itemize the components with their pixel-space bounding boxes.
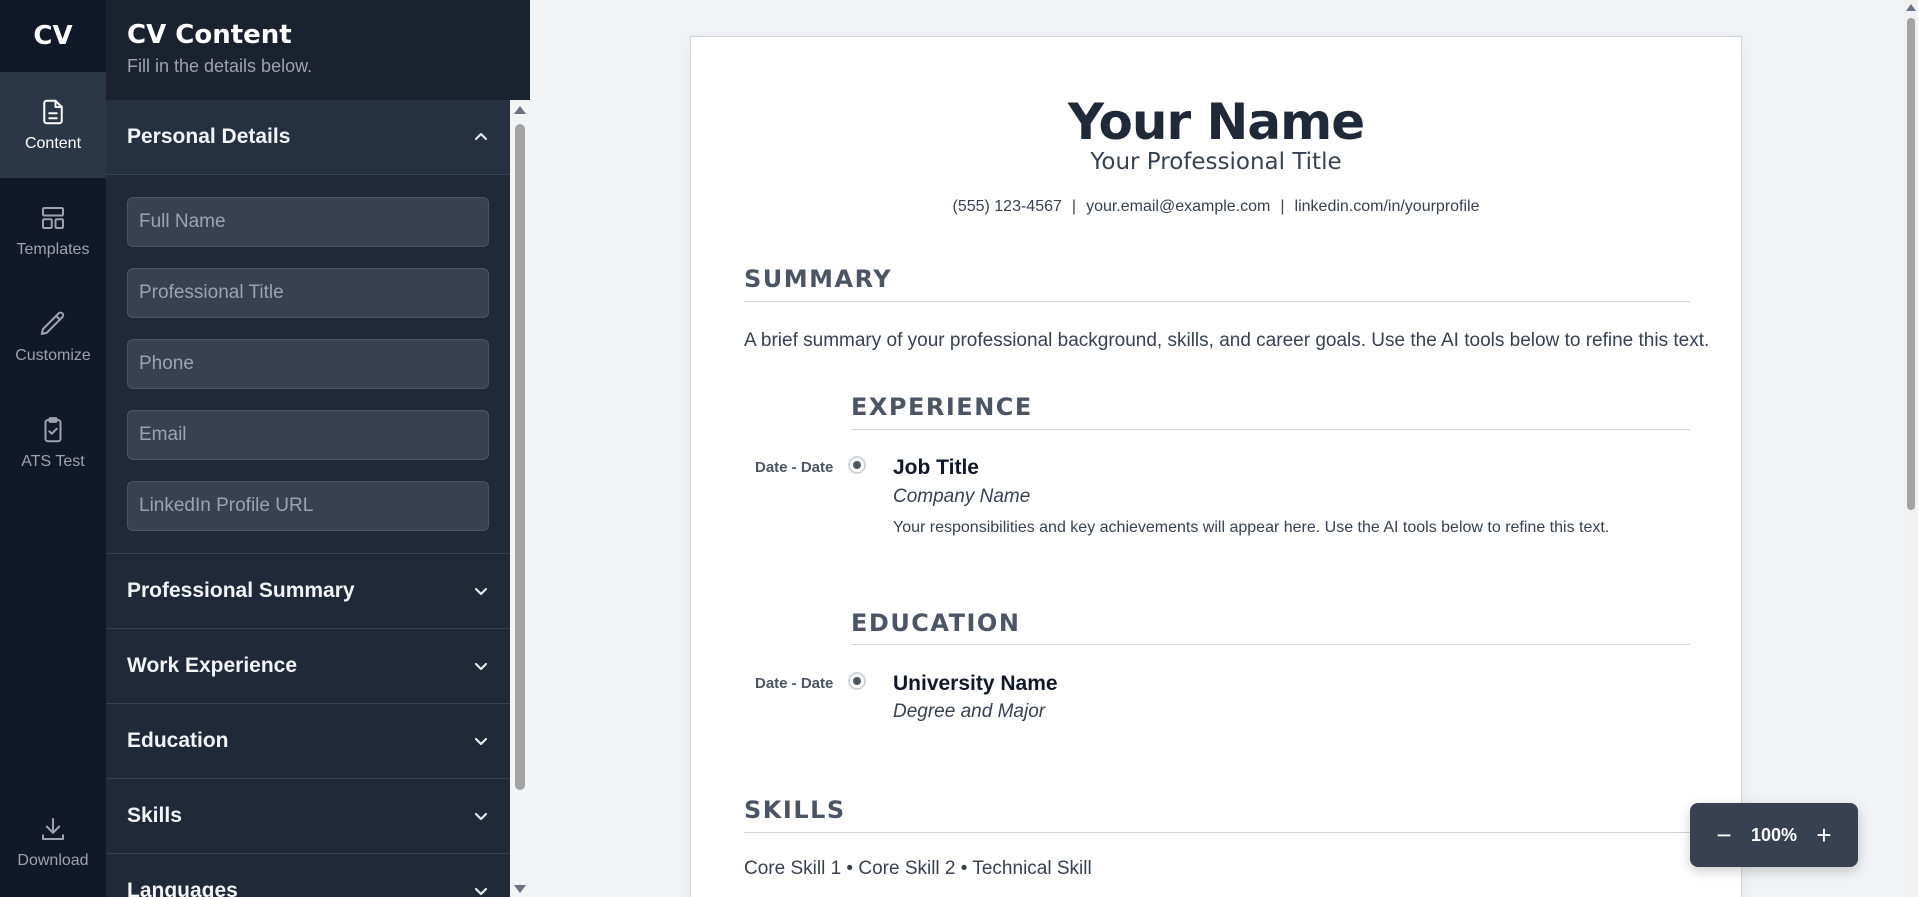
- zoom-level: 100%: [1750, 824, 1798, 845]
- skills-heading: SKILLS: [744, 796, 846, 824]
- experience-date: Date - Date: [755, 459, 834, 476]
- chevron-down-icon: [474, 662, 488, 671]
- section-languages[interactable]: Languages: [106, 854, 510, 897]
- content-panel: CV Content Fill in the details below. Pe…: [106, 0, 530, 897]
- download-icon: [42, 818, 64, 840]
- nav-content-label: Content: [24, 135, 82, 152]
- document-icon: [43, 99, 63, 125]
- section-label: Personal Details: [127, 125, 291, 148]
- nav-templates-label: Templates: [16, 241, 90, 258]
- professional-title-input[interactable]: [139, 282, 477, 304]
- clipboard-check-icon: [44, 417, 62, 443]
- full-name-field[interactable]: [127, 197, 489, 247]
- job-description: Your responsibilities and key achievemen…: [893, 519, 1610, 536]
- education-divider: [851, 644, 1690, 645]
- panel-header: CV Content Fill in the details below.: [106, 0, 530, 100]
- phone-field[interactable]: [127, 339, 489, 389]
- summary-divider: [744, 301, 1690, 302]
- download-label: Download: [17, 852, 89, 869]
- email-input[interactable]: [139, 424, 477, 446]
- experience-heading: EXPERIENCE: [851, 393, 1033, 421]
- skills-text: Core Skill 1 • Core Skill 2 • Technical …: [744, 858, 1092, 879]
- nav-customize-label: Customize: [15, 347, 91, 364]
- skills-divider: [744, 832, 1690, 833]
- personal-details-fields: [106, 175, 510, 554]
- cv-linkedin: linkedin.com/in/yourprofile: [1294, 198, 1480, 215]
- nav-templates[interactable]: Templates: [0, 178, 106, 284]
- linkedin-input[interactable]: [139, 495, 477, 517]
- section-personal-details[interactable]: Personal Details: [106, 100, 510, 175]
- app-logo: CV: [33, 21, 73, 51]
- chevron-up-icon: [474, 132, 488, 141]
- contact-separator: |: [1280, 198, 1285, 215]
- experience-divider: [851, 429, 1690, 430]
- panel-title: CV Content: [127, 20, 292, 50]
- download-button[interactable]: Download: [0, 787, 106, 897]
- section-label: Work Experience: [127, 654, 298, 677]
- cv-email: your.email@example.com: [1086, 198, 1271, 215]
- cv-page: Your Name Your Professional Title (555) …: [690, 36, 1742, 897]
- chevron-down-icon: [474, 737, 488, 746]
- section-work-experience[interactable]: Work Experience: [106, 629, 510, 704]
- cv-contact-line: (555) 123-4567 | your.email@example.com | li…: [691, 198, 1741, 216]
- zoom-in-button[interactable]: +: [1806, 817, 1842, 853]
- summary-heading: SUMMARY: [744, 265, 893, 293]
- degree-major: Degree and Major: [893, 701, 1046, 722]
- chevron-down-icon: [474, 887, 488, 896]
- nav-customize[interactable]: Customize: [0, 284, 106, 390]
- cv-professional-title: Your Professional Title: [1090, 149, 1342, 175]
- timeline-dot: [848, 456, 866, 474]
- contact-separator: |: [1071, 198, 1077, 215]
- layout-icon: [42, 207, 64, 229]
- chevron-down-icon: [474, 587, 488, 596]
- pencil-icon: [40, 311, 65, 335]
- nav-ats-test-label: ATS Test: [21, 453, 85, 470]
- page-scrollbar[interactable]: [1904, 0, 1918, 897]
- section-label: Languages: [127, 879, 238, 897]
- panel-scrollbar[interactable]: [510, 100, 530, 897]
- section-education[interactable]: Education: [106, 704, 510, 779]
- chevron-down-icon: [474, 812, 488, 821]
- section-professional-summary[interactable]: Professional Summary: [106, 554, 510, 629]
- page-scroll-thumb[interactable]: [1907, 18, 1915, 510]
- nav-ats-test[interactable]: ATS Test: [0, 390, 106, 496]
- panel-scroll-thumb[interactable]: [515, 124, 525, 790]
- section-skills[interactable]: Skills: [106, 779, 510, 854]
- scroll-up-arrow[interactable]: [514, 106, 526, 114]
- zoom-out-button[interactable]: −: [1706, 817, 1742, 853]
- education-heading: EDUCATION: [851, 609, 1021, 637]
- panel-subtitle: Fill in the details below.: [127, 56, 313, 76]
- linkedin-field[interactable]: [127, 481, 489, 531]
- page-scroll-up-arrow[interactable]: [1906, 4, 1916, 11]
- zoom-control: − 100% +: [1690, 803, 1858, 867]
- email-field[interactable]: [127, 410, 489, 460]
- cv-name: Your Name: [1067, 93, 1365, 151]
- cv-phone: (555) 123-4567: [952, 198, 1062, 215]
- section-label: Skills: [127, 804, 182, 827]
- university-name: University Name: [893, 672, 1058, 695]
- company-name: Company Name: [893, 486, 1031, 507]
- section-label: Education: [127, 729, 229, 752]
- education-date: Date - Date: [755, 675, 834, 692]
- panel-scroll-area: Personal Details Professional Summary Wo…: [106, 100, 510, 897]
- cv-preview-area: Your Name Your Professional Title (555) …: [530, 0, 1918, 897]
- timeline-dot: [848, 672, 866, 690]
- section-label: Professional Summary: [127, 579, 355, 602]
- icon-rail: CV Content Templates Customize ATS Test …: [0, 0, 106, 897]
- summary-text: A brief summary of your professional bac…: [744, 330, 1710, 351]
- job-title: Job Title: [893, 456, 979, 479]
- full-name-input[interactable]: [139, 211, 477, 233]
- professional-title-field[interactable]: [127, 268, 489, 318]
- nav-content[interactable]: Content: [0, 72, 106, 178]
- scroll-down-arrow[interactable]: [514, 885, 526, 893]
- phone-input[interactable]: [139, 353, 477, 375]
